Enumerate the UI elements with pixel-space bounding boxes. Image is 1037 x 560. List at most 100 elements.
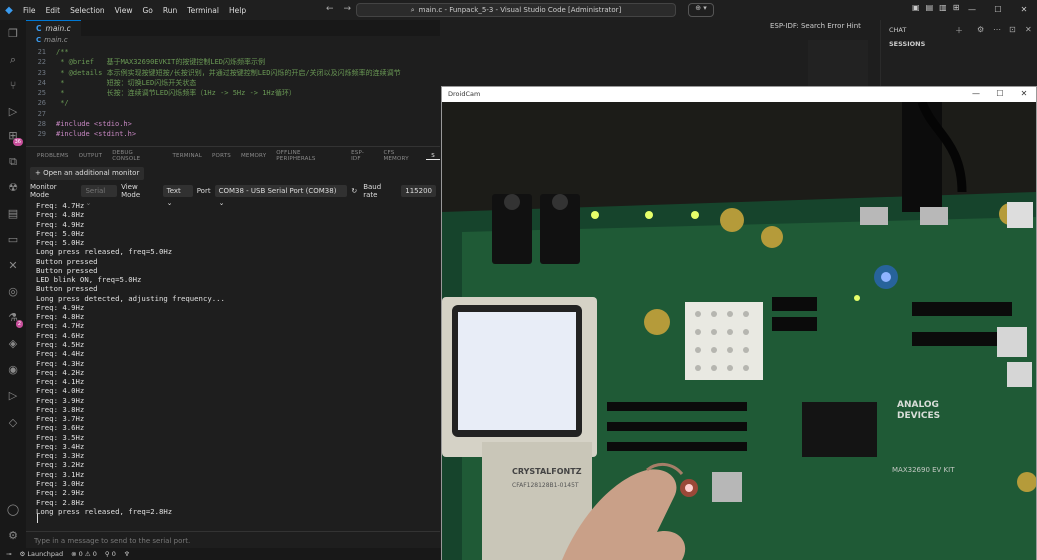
- serial-output-line: Long press released, freq=5.0Hz: [36, 247, 173, 257]
- serial-output-line: Long press detected, adjusting frequency…: [36, 293, 225, 303]
- source-control-icon[interactable]: ⑂: [5, 78, 21, 94]
- test-icon[interactable]: ⚗ 2: [5, 310, 23, 328]
- account-icon[interactable]: ◯: [5, 502, 21, 518]
- menu-item-selection[interactable]: Selection: [65, 6, 110, 15]
- code-line[interactable]: 25 * 长按：连续调节LED闪烁频率（1Hz -> 5Hz -> 1Hz循环）: [26, 88, 440, 98]
- minimize-icon[interactable]: —: [959, 0, 985, 20]
- menu-item-file[interactable]: File: [18, 6, 41, 15]
- code-line[interactable]: 26 */: [26, 98, 440, 108]
- back-arrow-icon[interactable]: ←: [326, 4, 334, 14]
- panel-tab-memory[interactable]: MEMORY: [236, 153, 271, 159]
- github-icon[interactable]: ◉: [5, 362, 21, 378]
- extensions-icon[interactable]: ⊞ 36: [5, 128, 23, 146]
- esp-idf-hint[interactable]: ESP-IDF: Search Error Hint: [770, 22, 861, 30]
- port-select[interactable]: COM38 - USB Serial Port (COM38) ⌄: [214, 185, 348, 207]
- search-icon[interactable]: ⌕: [5, 52, 21, 68]
- baud-rate-select[interactable]: 115200: [401, 185, 436, 197]
- panel-tab-offline-peripherals[interactable]: OFFLINE PERIPHERALS: [271, 150, 346, 162]
- remote-explorer-icon[interactable]: ⧉: [5, 154, 21, 170]
- monitor-toolbar: Monitor Mode Serial ⌄ View Mode Text ⌄ P…: [30, 183, 440, 207]
- close-icon[interactable]: ✕: [1012, 87, 1036, 101]
- more-icon[interactable]: ⋯: [993, 25, 1001, 34]
- activity-bar: ❐ ⌕ ⑂ ▷ ⊞ 36 ⧉ ☢ ▤ ▭ ✕ ◎ ⚗ 2 ◈ ◉ ▷ ◇ ◯ ⚙: [0, 20, 26, 548]
- new-chat-icon[interactable]: ＋: [955, 25, 963, 36]
- droidcam-title: DroidCam: [448, 90, 481, 98]
- maximize-icon[interactable]: ☐: [988, 87, 1012, 101]
- serial-output[interactable]: Freq: 4.7Hz Freq: 4.8Hz Freq: 4.9Hz Freq: 5…: [36, 201, 225, 516]
- line-number: 28: [37, 120, 46, 129]
- menu-item-help[interactable]: Help: [224, 6, 251, 15]
- copilot-button[interactable]: ⊕ ▾: [688, 3, 714, 17]
- error-count: 0: [78, 550, 83, 558]
- camera-image: ANALOG DEVICES MAX32690 EV KIT CRYSTALFO…: [442, 102, 1036, 560]
- code-line[interactable]: 24 * 短按：切换LED闪烁开关状态: [26, 78, 440, 88]
- add-monitor-button[interactable]: + Open an additional monitor: [30, 167, 145, 180]
- panel-tab-ports[interactable]: PORTS: [207, 153, 236, 159]
- toggle-secondary-sidebar-icon[interactable]: ▥: [939, 3, 947, 12]
- serial-message-input[interactable]: Type in a message to send to the serial …: [26, 531, 440, 549]
- errors-item[interactable]: ⊗ 0 ⚠ 0: [71, 550, 97, 558]
- view-mode-select[interactable]: Text ⌄: [162, 185, 193, 207]
- docs-icon[interactable]: ▤: [5, 206, 21, 222]
- line-number: 22: [37, 58, 46, 67]
- breadcrumb[interactable]: Cmain.c: [26, 36, 440, 47]
- toggle-panel-icon[interactable]: ▤: [926, 3, 934, 12]
- serial-output-line: Freq: 4.0Hz: [36, 386, 85, 396]
- remote-icon[interactable]: ⊸: [6, 550, 11, 558]
- code-line[interactable]: 22 * @brief 基于MAX32690EVKIT的按键控制LED闪烁频率示…: [26, 57, 440, 67]
- line-number: 25: [37, 89, 46, 98]
- menu-item-run[interactable]: Run: [158, 6, 182, 15]
- settings-gear-icon[interactable]: ⚙: [5, 528, 21, 544]
- panel-tab-esp-idf[interactable]: ESP-IDF: [346, 150, 378, 162]
- python-icon[interactable]: ◈: [5, 336, 21, 352]
- minimize-icon[interactable]: —: [964, 87, 988, 101]
- board-label-model: MAX32690 EV KIT: [892, 466, 955, 474]
- panel-tabs: PROBLEMS OUTPUT DEBUG CONSOLE TERMINAL PORTS…: [26, 147, 440, 165]
- platformio-icon[interactable]: ☢: [5, 180, 21, 196]
- cfs-icon[interactable]: ◇: [5, 415, 21, 431]
- run-debug-icon[interactable]: ▷: [5, 104, 21, 120]
- code-line[interactable]: 27: [26, 109, 440, 119]
- panel-tab-cfs-memory[interactable]: CFS MEMORY: [378, 150, 426, 162]
- menu-item-view[interactable]: View: [110, 6, 138, 15]
- tab-main-c[interactable]: Cmain.c: [26, 20, 81, 36]
- panel-tab-terminal[interactable]: TERMINAL: [167, 153, 207, 159]
- refresh-icon[interactable]: ↻: [351, 187, 357, 195]
- command-center[interactable]: ⌕ main.c - Funpack_5-3 - Visual Studio C…: [356, 3, 676, 17]
- ports-icon[interactable]: ⚲ 0: [105, 550, 116, 558]
- code-line[interactable]: 23 * @details 本示例实现按键短按/长按识别，并通过按键控制LED闪…: [26, 68, 440, 78]
- panel-tab-debug-console[interactable]: DEBUG CONSOLE: [107, 150, 167, 162]
- serial-output-line: Button pressed: [36, 265, 98, 275]
- line-number: 21: [37, 48, 46, 56]
- launchpad-item[interactable]: ⚙ Launchpad: [19, 550, 63, 558]
- maximize-panel-icon[interactable]: ⊡: [1009, 25, 1016, 34]
- menu-item-edit[interactable]: Edit: [41, 6, 66, 15]
- toggle-primary-sidebar-icon[interactable]: ▣: [912, 3, 920, 12]
- esp-idf-icon[interactable]: ◎: [5, 284, 21, 300]
- gear-icon[interactable]: ⚙: [977, 25, 984, 34]
- code-line[interactable]: 21 /**: [26, 47, 440, 57]
- panel-tab-output[interactable]: OUTPUT: [74, 153, 108, 159]
- monitor-mode-select[interactable]: Serial ⌄: [81, 185, 118, 207]
- droidcam-window-controls: — ☐ ✕: [964, 87, 1036, 101]
- code-lines[interactable]: 21/** 22 * @brief 基于MAX32690EVKIT的按键控制LED…: [26, 47, 440, 140]
- explorer-icon[interactable]: ❐: [5, 26, 21, 42]
- menu-item-terminal[interactable]: Terminal: [182, 6, 224, 15]
- close-icon[interactable]: ✕: [1025, 25, 1032, 34]
- menu-item-go[interactable]: Go: [137, 6, 157, 15]
- code-text: * @brief 基于MAX32690EVKIT的按键控制LED闪烁频率示例: [56, 58, 266, 67]
- debug-console-icon[interactable]: ▷: [5, 388, 21, 404]
- panel-tab-problems[interactable]: PROBLEMS: [32, 153, 74, 159]
- sessions-header[interactable]: SESSIONS: [889, 40, 925, 48]
- x-icon[interactable]: ✕: [5, 258, 21, 274]
- code-line[interactable]: 29 #include <stdint.h>: [26, 129, 440, 139]
- forward-arrow-icon[interactable]: →: [344, 4, 352, 14]
- code-line[interactable]: 28 #include <stdio.h>: [26, 119, 440, 129]
- maximize-icon[interactable]: ☐: [985, 0, 1011, 20]
- panel-tab-s[interactable]: S: [426, 153, 440, 160]
- close-icon[interactable]: ✕: [1011, 0, 1037, 20]
- baud-rate-label: Baud rate: [363, 183, 382, 199]
- c-file-icon: C: [36, 24, 42, 33]
- folder-icon[interactable]: ▭: [5, 232, 21, 248]
- notifications-icon[interactable]: ♆: [124, 550, 130, 558]
